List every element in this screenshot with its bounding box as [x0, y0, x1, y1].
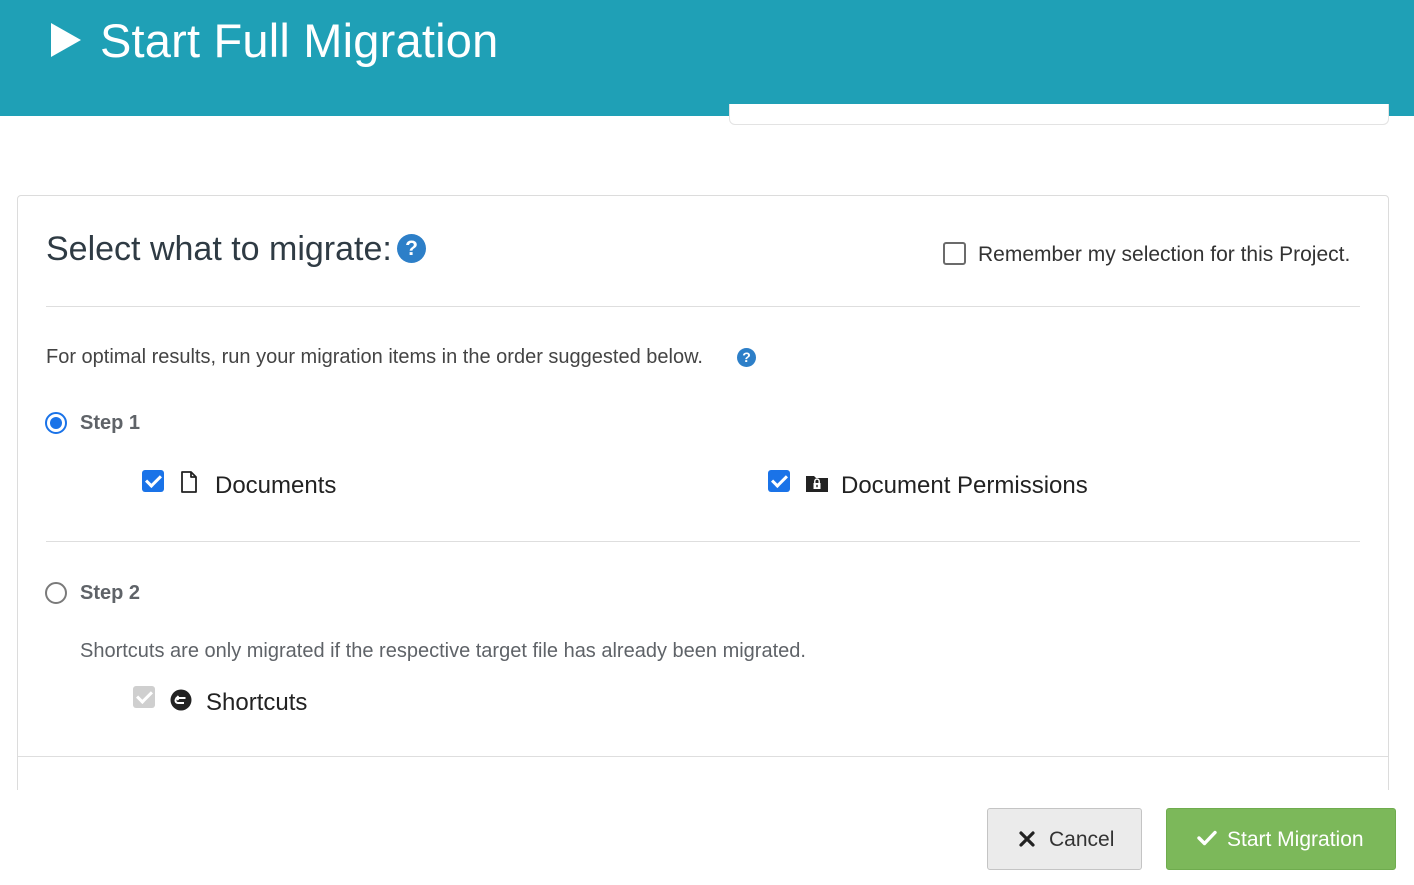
divider: [46, 306, 1360, 307]
start-migration-button[interactable]: Start Migration: [1166, 808, 1396, 870]
remember-selection-checkbox[interactable]: [943, 242, 966, 265]
page-title: Start Full Migration: [100, 14, 499, 67]
step-2-radio[interactable]: [45, 582, 67, 604]
document-permissions-label[interactable]: Document Permissions: [841, 472, 1088, 500]
document-permissions-checkbox[interactable]: [768, 470, 790, 492]
step-1-label[interactable]: Step 1: [80, 412, 140, 435]
divider: [18, 756, 1388, 757]
cancel-label: Cancel: [1049, 828, 1115, 851]
documents-checkbox[interactable]: [142, 470, 164, 492]
shortcuts-label: Shortcuts: [206, 689, 308, 716]
documents-label[interactable]: Documents: [215, 472, 336, 500]
page-header: Start Full Migration: [0, 0, 1414, 116]
locked-folder-icon: [806, 476, 828, 492]
check-icon: [1197, 830, 1217, 846]
step-1-radio[interactable]: [45, 412, 67, 434]
cancel-button[interactable]: Cancel: [987, 808, 1142, 870]
order-help-icon[interactable]: ?: [737, 348, 756, 367]
migration-selection-panel: Select what to migrate: ? Remember my se…: [17, 195, 1389, 817]
order-hint: For optimal results, run your migration …: [46, 346, 703, 368]
remember-selection-label[interactable]: Remember my selection for this Project.: [978, 243, 1350, 267]
document-icon: [181, 471, 197, 493]
step-2-note: Shortcuts are only migrated if the respe…: [80, 640, 806, 662]
background-panel-edge: [729, 104, 1389, 125]
close-icon: [1019, 831, 1035, 847]
panel-title: Select what to migrate:: [46, 230, 392, 268]
shortcuts-checkbox: [133, 686, 155, 708]
help-icon[interactable]: ?: [397, 234, 426, 263]
step-2-label[interactable]: Step 2: [80, 582, 140, 605]
play-icon: [51, 23, 81, 57]
start-migration-label: Start Migration: [1227, 828, 1364, 851]
shortcut-icon: [170, 689, 192, 711]
divider: [46, 541, 1360, 542]
